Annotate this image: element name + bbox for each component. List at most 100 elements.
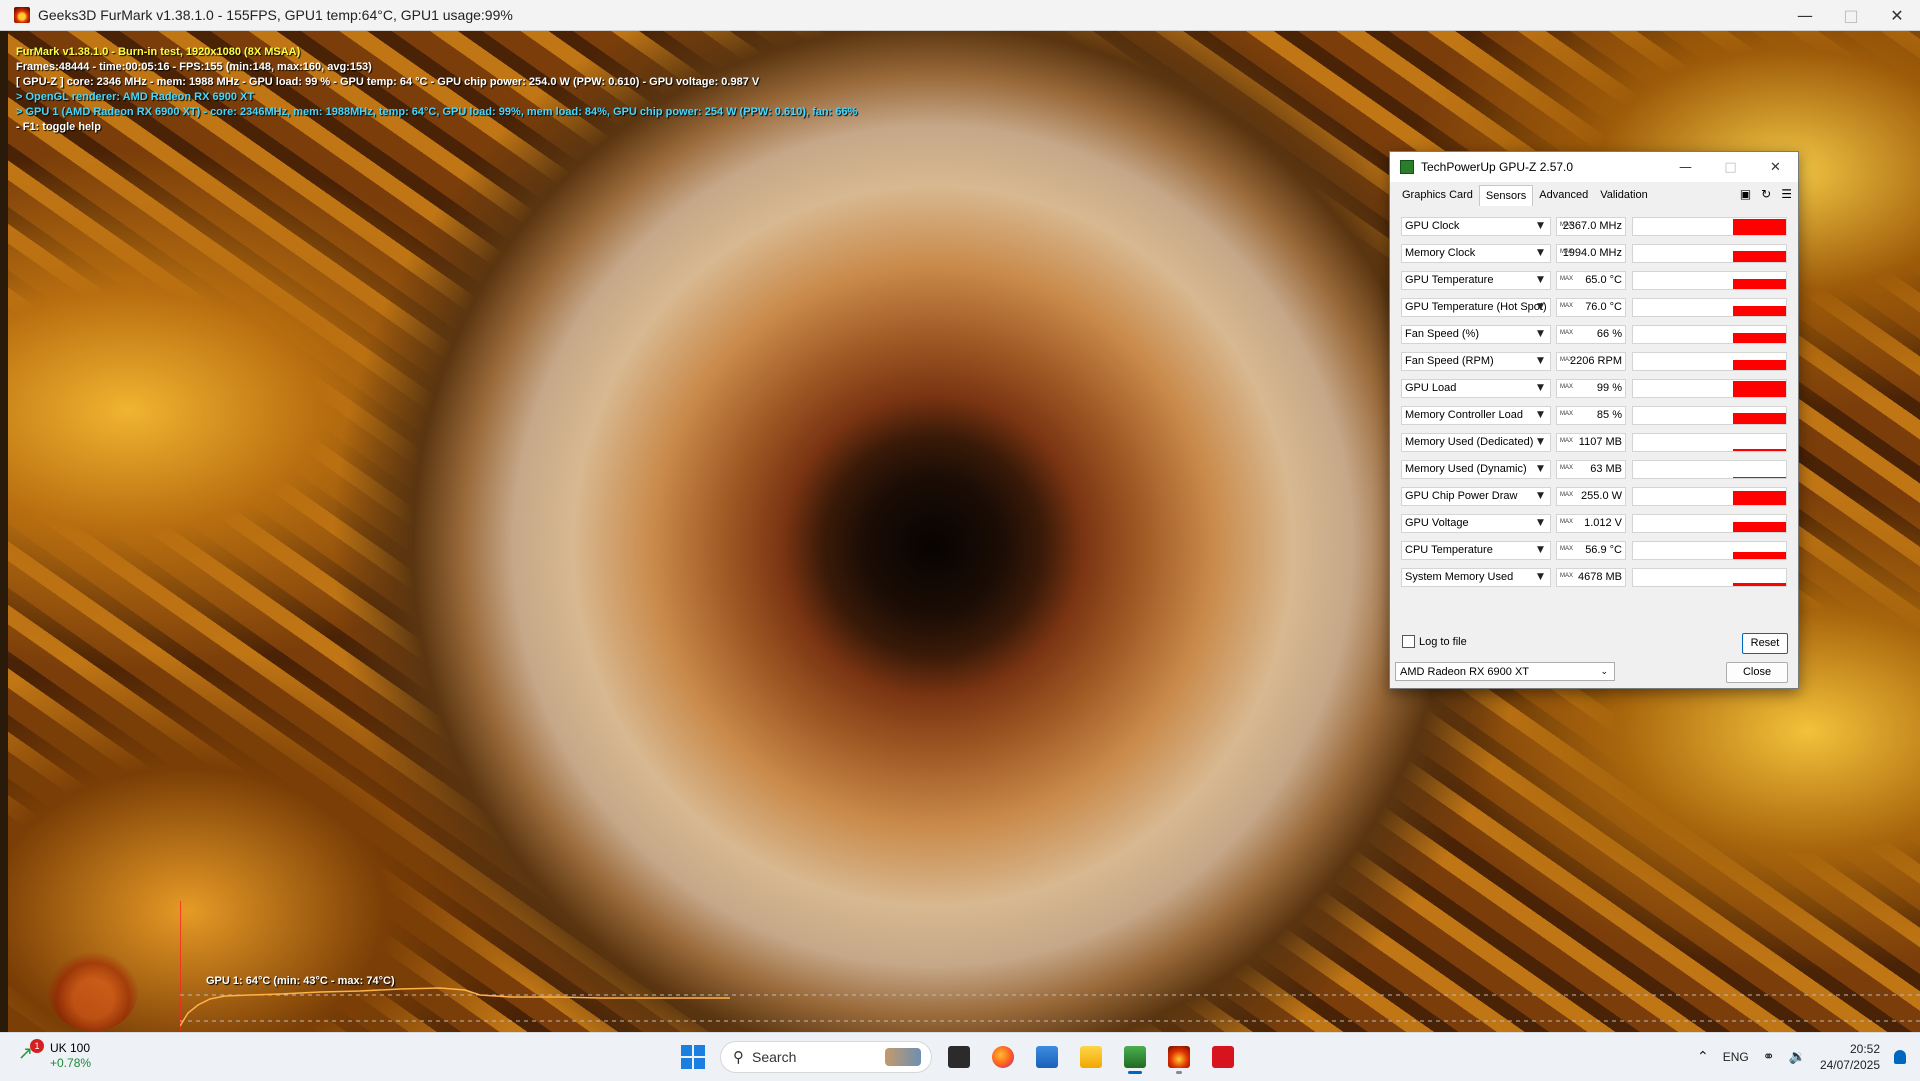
notification-bell-icon[interactable] (1894, 1050, 1906, 1064)
sensor-graph-fill (1733, 279, 1786, 289)
chevron-down-icon[interactable]: ▼ (1537, 406, 1544, 425)
taskbar-app-firefox[interactable] (986, 1040, 1020, 1074)
sensor-value-text: 1107 MB (1578, 436, 1622, 448)
taskbar-app-amd-software[interactable] (1206, 1040, 1240, 1074)
sensor-name-select[interactable]: GPU Voltage (1401, 514, 1551, 533)
sensor-name-select[interactable]: GPU Temperature (1401, 271, 1551, 290)
gpuz-titlebar[interactable]: TechPowerUp GPU-Z 2.57.0 — □ ✕ (1390, 152, 1798, 182)
taskbar-app-gpu-z[interactable] (1118, 1040, 1152, 1074)
sensor-name-select[interactable]: GPU Chip Power Draw (1401, 487, 1551, 506)
sensor-max-tag: MAX (1560, 303, 1574, 309)
sensor-graph-fill (1733, 522, 1786, 532)
sensor-graph-fill (1733, 381, 1786, 397)
taskbar-app-microsoft-store[interactable] (1030, 1040, 1064, 1074)
chevron-down-icon[interactable]: ▼ (1537, 568, 1544, 587)
chevron-down-icon[interactable]: ▼ (1537, 487, 1544, 506)
furmark-titlebar[interactable]: Geeks3D FurMark v1.38.1.0 - 155FPS, GPU1… (0, 0, 1920, 31)
gpuz-close-button[interactable]: ✕ (1753, 152, 1798, 182)
sensor-value: MAX 65.0 °C (1556, 271, 1626, 290)
gpuz-toolbar: ▣ ↻ ☰ (1740, 187, 1792, 201)
taskbar-app-furmark[interactable] (1162, 1040, 1196, 1074)
amd-icon (1212, 1046, 1234, 1068)
sensor-name-select[interactable]: GPU Temperature (Hot Spot) (1401, 298, 1551, 317)
close-button[interactable]: ✕ (1874, 0, 1920, 30)
chevron-down-icon[interactable]: ▼ (1537, 514, 1544, 533)
temperature-graph-svg (179, 901, 1920, 1031)
sensor-row: GPU Clock ▼ MAX 2367.0 MHz (1401, 214, 1787, 241)
gpuz-minimize-button[interactable]: — (1663, 152, 1708, 182)
sensor-name-select[interactable]: Memory Controller Load (1401, 406, 1551, 425)
sensor-list: GPU Clock ▼ MAX 2367.0 MHz Memory Clock ▼ MAX 1… (1401, 214, 1787, 592)
chevron-down-icon[interactable]: ▼ (1537, 352, 1544, 371)
volume-icon[interactable]: 🔉 (1789, 1049, 1806, 1065)
furmark-icon (1168, 1046, 1190, 1068)
sensor-graph-fill (1733, 583, 1786, 586)
sensor-value: MAX 85 % (1556, 406, 1626, 425)
sensor-name-select[interactable]: Fan Speed (%) (1401, 325, 1551, 344)
stock-widget-change: +0.78% (50, 1056, 92, 1070)
search-placeholder: Search (752, 1049, 797, 1065)
network-icon[interactable]: ⚭ (1763, 1049, 1775, 1065)
sensor-row: Memory Controller Load ▼ MAX 85 % (1401, 403, 1787, 430)
chevron-down-icon[interactable]: ▼ (1537, 271, 1544, 290)
tab-validation[interactable]: Validation (1594, 185, 1654, 205)
taskbar-app-file-explorer-dark[interactable] (942, 1040, 976, 1074)
minimize-button[interactable]: — (1782, 0, 1828, 30)
sensor-name-select[interactable]: CPU Temperature (1401, 541, 1551, 560)
stock-widget[interactable]: ↗ 1 UK 100 +0.78% (18, 1039, 92, 1071)
start-button[interactable] (676, 1040, 710, 1074)
tab-graphics-card[interactable]: Graphics Card (1396, 185, 1479, 205)
gpuz-close-dialog-button[interactable]: Close (1726, 662, 1788, 683)
furmark-window-title: Geeks3D FurMark v1.38.1.0 - 155FPS, GPU1… (38, 7, 513, 23)
sensor-max-tag: MAX (1560, 249, 1574, 255)
log-to-file-option[interactable]: Log to file (1402, 635, 1467, 648)
gpuz-window: TechPowerUp GPU-Z 2.57.0 — □ ✕ Graphics … (1389, 151, 1799, 689)
taskbar-app-file-explorer[interactable] (1074, 1040, 1108, 1074)
menu-icon[interactable]: ☰ (1781, 187, 1792, 201)
chevron-down-icon[interactable]: ▼ (1537, 298, 1544, 317)
language-indicator[interactable]: ENG (1723, 1050, 1749, 1064)
taskbar: ↗ 1 UK 100 +0.78% ⚲ Search ⌃ ENG ⚭ 🔉 20:… (0, 1032, 1920, 1081)
sensor-row: Fan Speed (%) ▼ MAX 66 % (1401, 322, 1787, 349)
sensor-max-tag: MAX (1560, 384, 1574, 390)
sensor-max-tag: MAX (1560, 546, 1574, 552)
chevron-down-icon[interactable]: ▼ (1537, 379, 1544, 398)
maximize-button[interactable]: □ (1828, 0, 1874, 30)
sensor-name-select[interactable]: System Memory Used (1401, 568, 1551, 587)
temperature-trace (179, 987, 730, 1027)
chevron-down-icon[interactable]: ▼ (1537, 460, 1544, 479)
sensor-name-select[interactable]: Fan Speed (RPM) (1401, 352, 1551, 371)
sensor-name-select[interactable]: GPU Load (1401, 379, 1551, 398)
chevron-up-icon[interactable]: ⌃ (1697, 1049, 1709, 1065)
sensor-max-tag: MAX (1560, 357, 1574, 363)
sensor-value: MAX 66 % (1556, 325, 1626, 344)
sensor-graph-fill (1733, 219, 1786, 235)
sensor-name-select[interactable]: Memory Clock (1401, 244, 1551, 263)
clock[interactable]: 20:52 24/07/2025 (1820, 1041, 1880, 1073)
taskbar-search-box[interactable]: ⚲ Search (720, 1041, 932, 1073)
sensor-value-text: 2206 RPM (1570, 355, 1622, 367)
log-to-file-checkbox[interactable] (1402, 635, 1415, 648)
sensor-name-select[interactable]: Memory Used (Dedicated) (1401, 433, 1551, 452)
refresh-icon[interactable]: ↻ (1761, 187, 1771, 201)
chevron-down-icon[interactable]: ▼ (1537, 244, 1544, 263)
chevron-down-icon[interactable]: ▼ (1537, 541, 1544, 560)
sensor-row: GPU Temperature (Hot Spot) ▼ MAX 76.0 °C (1401, 295, 1787, 322)
reset-button[interactable]: Reset (1742, 633, 1788, 654)
tab-sensors[interactable]: Sensors (1478, 184, 1534, 206)
gpu-select-dropdown[interactable]: AMD Radeon RX 6900 XT ⌄ (1395, 662, 1615, 681)
chevron-down-icon[interactable]: ▼ (1537, 325, 1544, 344)
sensor-value-text: 99 % (1596, 382, 1622, 394)
osd-line: FurMark v1.38.1.0 - Burn-in test, 1920x1… (16, 46, 301, 58)
sensor-name-select[interactable]: Memory Used (Dynamic) (1401, 460, 1551, 479)
tab-advanced[interactable]: Advanced (1533, 185, 1594, 205)
sensor-value: MAX 2206 RPM (1556, 352, 1626, 371)
chevron-down-icon[interactable]: ▼ (1537, 217, 1544, 236)
gpuz-maximize-button[interactable]: □ (1708, 152, 1753, 182)
camera-icon[interactable]: ▣ (1740, 187, 1751, 201)
store-icon (1036, 1046, 1058, 1068)
chevron-down-icon[interactable]: ▼ (1537, 433, 1544, 452)
sensor-name-select[interactable]: GPU Clock (1401, 217, 1551, 236)
gpuz-window-title: TechPowerUp GPU-Z 2.57.0 (1421, 160, 1574, 174)
sensor-value: MAX 255.0 W (1556, 487, 1626, 506)
